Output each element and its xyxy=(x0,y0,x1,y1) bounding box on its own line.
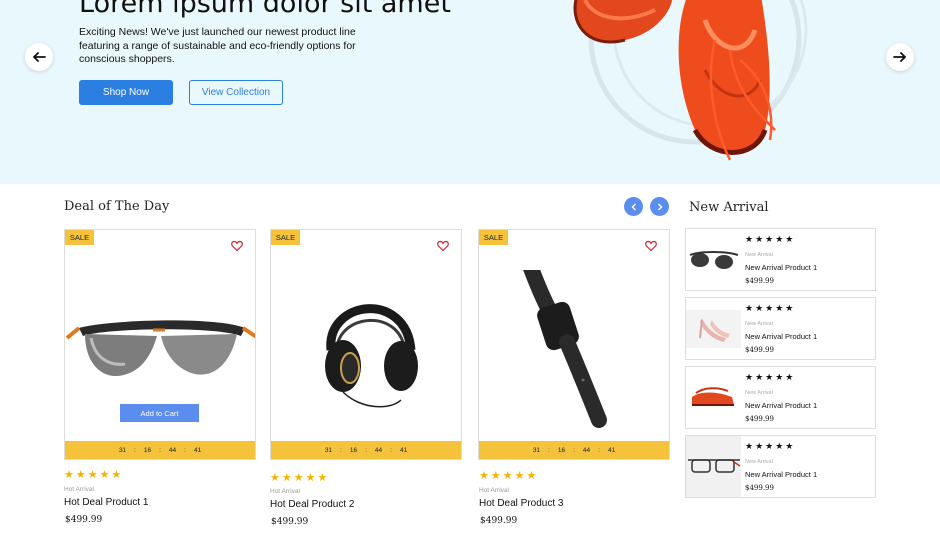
arrow-left-icon[interactable] xyxy=(25,43,53,71)
countdown-timer: 31: 16: 44: 41 xyxy=(271,441,461,459)
new-arrival-card[interactable]: ★★★★★ New Arrival New Arrival Product 1 … xyxy=(685,297,876,360)
star-rating: ★★★★★ xyxy=(270,472,330,484)
arrow-right-icon[interactable] xyxy=(886,43,914,71)
eyeglasses-image xyxy=(686,436,741,497)
view-collection-button[interactable]: View Collection xyxy=(189,80,283,105)
star-rating: ★★★★★ xyxy=(745,372,796,382)
product-name[interactable]: Hot Deal Product 2 xyxy=(270,499,355,510)
product-category: New Arrival xyxy=(745,252,773,258)
product-category: New Arrival xyxy=(745,321,773,327)
product-name[interactable]: Hot Deal Product 3 xyxy=(479,498,564,509)
new-arrival-card[interactable]: ★★★★★ New Arrival New Arrival Product 1 … xyxy=(685,435,876,498)
product-name[interactable]: New Arrival Product 1 xyxy=(745,401,817,410)
countdown-timer: 31: 16: 44: 41 xyxy=(65,441,255,459)
sale-badge: SALE xyxy=(479,230,508,245)
product-name[interactable]: New Arrival Product 1 xyxy=(745,470,817,479)
smartwatch-image xyxy=(523,270,607,428)
hero-title: Lorem ipsum dolor sit amet xyxy=(79,0,451,19)
add-to-cart-button[interactable]: Add to Cart xyxy=(120,404,199,422)
product-category: Hot Arrival xyxy=(64,486,94,493)
deal-card[interactable]: SALE 31: 16: 44: 41 xyxy=(478,229,670,460)
product-price: $499.99 xyxy=(745,415,774,423)
hero-description: Exciting News! We've just launched our n… xyxy=(79,26,356,65)
red-sneakers-image xyxy=(573,0,808,161)
chevron-left-icon[interactable] xyxy=(624,197,643,216)
product-name[interactable]: New Arrival Product 1 xyxy=(745,332,817,341)
product-price: $499.99 xyxy=(65,515,103,525)
sneakers-image xyxy=(692,387,734,406)
star-rating: ★★★★★ xyxy=(745,303,796,313)
sunglasses-image xyxy=(689,251,739,269)
new-arrival-card[interactable]: ★★★★★ New Arrival New Arrival Product 1 … xyxy=(685,228,876,291)
product-price: $499.99 xyxy=(745,277,774,285)
star-rating: ★★★★★ xyxy=(479,470,539,482)
product-category: Hot Arrival xyxy=(270,488,300,495)
star-rating: ★★★★★ xyxy=(745,441,796,451)
headphones-image xyxy=(325,304,418,408)
product-name[interactable]: Hot Deal Product 1 xyxy=(64,497,149,508)
high-heels-image xyxy=(686,310,741,348)
product-price: $499.99 xyxy=(271,517,309,527)
product-category: New Arrival xyxy=(745,459,773,465)
product-price: $499.99 xyxy=(745,484,774,492)
star-rating: ★★★★★ xyxy=(745,234,796,244)
new-arrival-card[interactable]: ★★★★★ New Arrival New Arrival Product 1 … xyxy=(685,366,876,429)
deal-card[interactable]: SALE 31: 16: 44: 41 xyxy=(270,229,462,460)
sale-badge: SALE xyxy=(271,230,300,245)
product-name[interactable]: New Arrival Product 1 xyxy=(745,263,817,272)
star-rating: ★★★★★ xyxy=(64,469,124,481)
deal-of-the-day-title: Deal of The Day xyxy=(64,199,170,214)
product-category: Hot Arrival xyxy=(479,487,509,494)
new-arrival-title: New Arrival xyxy=(689,200,769,215)
heart-icon[interactable] xyxy=(231,240,243,252)
deal-card[interactable]: SALE Add to Cart 31: 16: 44: 41 xyxy=(64,229,256,460)
chevron-right-icon[interactable] xyxy=(650,197,669,216)
heart-icon[interactable] xyxy=(645,240,657,252)
countdown-timer: 31: 16: 44: 41 xyxy=(479,441,669,459)
product-category: New Arrival xyxy=(745,390,773,396)
hero-banner: Lorem ipsum dolor sit amet Exciting News… xyxy=(0,0,940,184)
heart-icon[interactable] xyxy=(437,240,449,252)
sale-badge: SALE xyxy=(65,230,94,245)
product-price: $499.99 xyxy=(480,516,518,526)
product-price: $499.99 xyxy=(745,346,774,354)
shop-now-button[interactable]: Shop Now xyxy=(79,80,173,105)
